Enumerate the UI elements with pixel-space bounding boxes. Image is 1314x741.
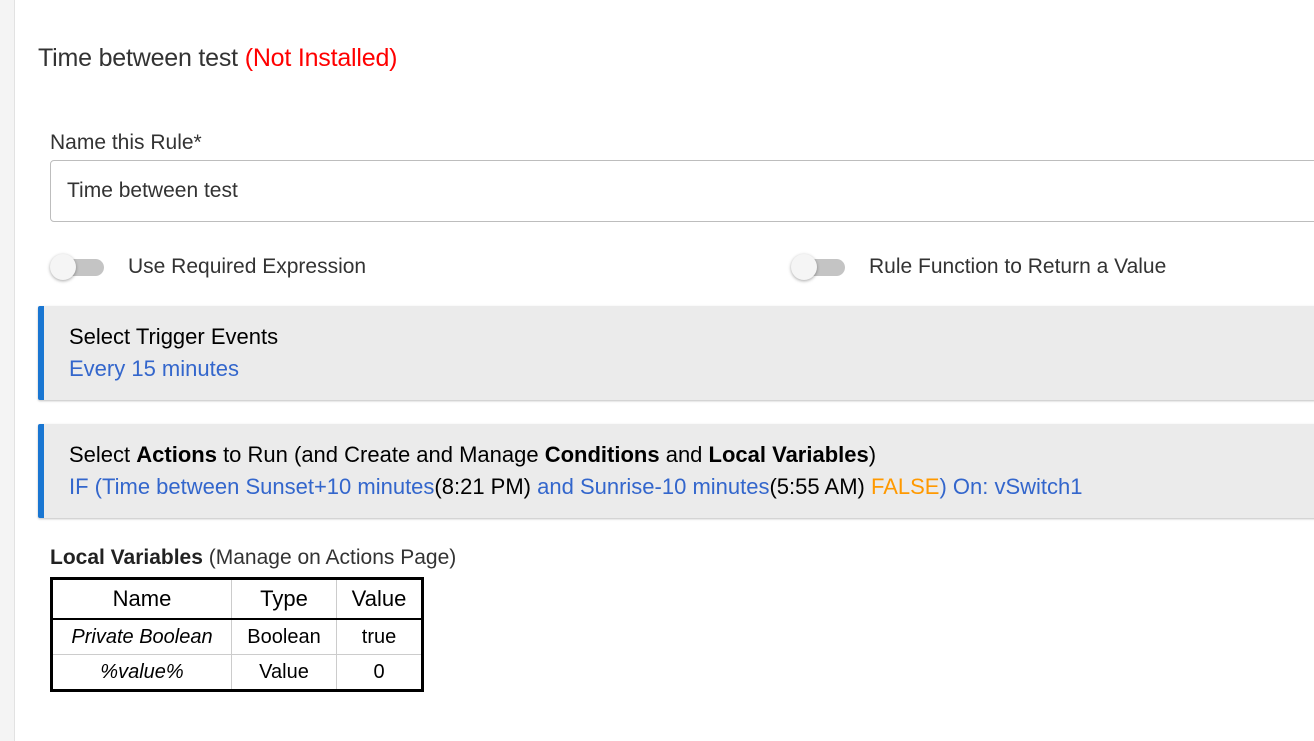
trigger-events-detail: Every 15 minutes [69,356,239,381]
condition-state: FALSE [864,474,940,499]
page-title: Time between test (Not Installed) [38,44,398,73]
variable-type: Boolean [231,618,337,655]
table-row: Private Boolean Boolean true [51,618,423,655]
column-header-name: Name [51,578,232,620]
toggle-switch[interactable] [791,254,845,280]
left-rail [0,0,15,741]
variable-type: Value [231,654,337,691]
actions-button[interactable]: Select Actions to Run (and Create and Ma… [38,424,1314,518]
local-variables-title: Local Variables [50,546,203,569]
variable-name: %value% [51,654,232,691]
variable-name: Private Boolean [51,618,232,655]
rule-name-label: Name this Rule* [50,131,202,154]
actions-detail: IF (Time between Sunset+10 minutes(8:21 … [69,474,1083,499]
required-expression-label: Use Required Expression [128,255,367,278]
toggle-switch[interactable] [50,254,104,280]
return-value-toggle[interactable]: Rule Function to Return a Value [791,254,1166,280]
install-status: (Not Installed) [244,44,398,72]
actions-title: Select Actions to Run (and Create and Ma… [69,442,877,467]
variable-value: 0 [336,654,423,691]
table-header-row: Name Type Value [51,578,423,620]
rule-name-input[interactable] [50,160,1314,222]
table-row: %value% Value 0 [51,654,423,691]
column-header-type: Type [231,578,337,620]
required-expression-toggle[interactable]: Use Required Expression [50,254,366,280]
column-header-value: Value [336,578,423,620]
rule-title: Time between test [38,44,238,72]
local-variables-table: Name Type Value Private Boolean Boolean … [50,577,424,692]
trigger-events-button[interactable]: Select Trigger Events Every 15 minutes [38,306,1314,400]
sunset-time: (8:21 PM) [434,474,532,499]
local-variables-heading: Local Variables (Manage on Actions Page) [50,546,456,570]
trigger-events-title: Select Trigger Events [69,324,279,349]
variable-value: true [336,618,423,655]
local-variables-note: (Manage on Actions Page) [202,546,457,569]
sunrise-time: (5:55 AM) [769,474,865,499]
return-value-label: Rule Function to Return a Value [869,255,1167,278]
